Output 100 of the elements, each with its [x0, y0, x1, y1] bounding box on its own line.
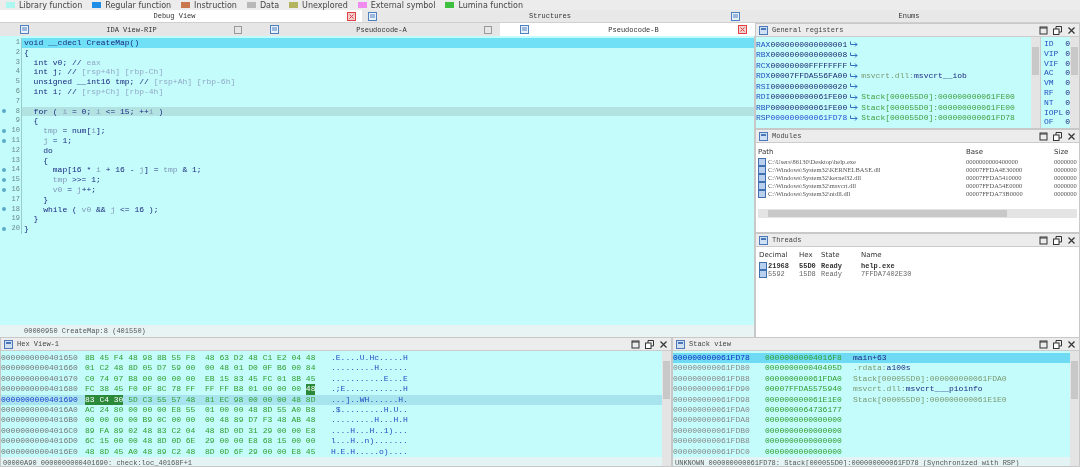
symbol-name: a100s: [886, 363, 911, 374]
register-value: 000000000061FE00: [770, 102, 848, 112]
arrow-icon[interactable]: [850, 83, 859, 90]
arrow-icon[interactable]: [850, 93, 859, 100]
flag-value: 0: [1065, 48, 1070, 59]
scrollbar[interactable]: [1031, 37, 1040, 128]
address: 000000000061FD90: [673, 384, 751, 395]
close-icon[interactable]: [1067, 131, 1076, 141]
symbol-name: msvcrt___pioinfo: [905, 384, 983, 395]
code-token: void __cdecl CreateMap(): [24, 38, 140, 47]
close-icon[interactable]: [1067, 339, 1076, 349]
code-token: &&: [95, 204, 107, 214]
code-token: {: [42, 155, 48, 165]
address: 0000000000401650: [1, 353, 79, 364]
restore-icon[interactable]: [1053, 235, 1062, 245]
address: 0000000000401690: [1, 394, 79, 405]
code-token: <= 16 );: [119, 204, 159, 214]
hex-bytes: 00 00 00 00 B9 0C 00 00 00 48 89 D7 F3 48 AB 48: [85, 415, 316, 426]
maximize-icon[interactable]: [1039, 131, 1048, 141]
arrow-icon[interactable]: [850, 104, 859, 111]
code-token: int i; //: [32, 87, 78, 96]
hex-bytes: 5D C3 55 57 48 81 EC 98 00 00 00 48 8D: [128, 394, 316, 405]
flag-name: VIP: [1044, 48, 1059, 59]
address: 00000000004016C0: [1, 425, 79, 437]
code-token: & 1;: [181, 165, 202, 175]
ascii-text: l...H..n).......: [331, 436, 408, 447]
restore-icon[interactable]: [1053, 25, 1062, 35]
ascii-text: ....H...H..1)...: [331, 425, 408, 437]
stack-value: 000000000061E1E0: [765, 394, 843, 405]
code-token: tmp: [163, 165, 178, 175]
address: 000000000061FD80: [673, 363, 751, 374]
hex-bytes: 48 8D 45 A0 48 89 C2 48 8D 0D 6F 29 00 00 E8 45: [85, 446, 316, 457]
code-token: int j; //: [32, 67, 78, 77]
arrow-icon[interactable]: [850, 51, 859, 58]
restore-icon[interactable]: [645, 339, 654, 349]
address-note: Stack[000055D0]:000000000061FDA0: [853, 373, 1007, 385]
ascii-text: .E....U.Hc.....H: [331, 353, 408, 364]
flag-value: 0: [1065, 88, 1070, 98]
register-name: RBP: [756, 102, 771, 112]
stack-row[interactable]: 000000000061FD78 00000000004016F8 main+63: [673, 353, 1070, 364]
breakpoint-dot[interactable]: [2, 187, 6, 192]
close-icon[interactable]: [1067, 235, 1076, 245]
code-token: i: [96, 165, 101, 175]
address-note: Stack[000055D0]:000000000061FE00: [861, 92, 1015, 102]
restore-icon[interactable]: [1053, 131, 1062, 141]
address: 000000000061FD88: [673, 373, 751, 385]
register-name: RAX: [756, 39, 771, 49]
breakpoint-dot[interactable]: [2, 168, 6, 173]
register-name: RBX: [756, 50, 771, 60]
restore-icon[interactable]: [1053, 339, 1062, 349]
flag-value: 0: [1065, 107, 1070, 118]
code-token: <= 15; ++: [104, 106, 149, 116]
flag-value: 0: [1065, 78, 1070, 88]
register-name: RCX: [756, 60, 771, 70]
register-value: 0000000000000001: [770, 39, 848, 49]
breakpoint-dot[interactable]: [2, 227, 6, 232]
flag-name: RF: [1044, 88, 1054, 98]
hex-bytes: AC 24 80 00 00 00 E8 55 01 00 00 48 8D 55 A0 B8: [85, 404, 316, 416]
code-token: + 16 -: [104, 165, 136, 175]
code-token: }: [32, 214, 39, 224]
hex-bytes: 8B 45 F4 48 98 8B 55 F8 48 63 D2 48 C1 E2 04 48: [85, 353, 316, 364]
code-token: v0: [51, 184, 63, 194]
register-name: RDX: [756, 71, 771, 81]
code-token: map[16 *: [51, 165, 93, 175]
code-token: ] =: [144, 165, 160, 175]
maximize-icon[interactable]: [1039, 339, 1048, 349]
symbol-name: msvcrt__iob: [914, 71, 967, 81]
arrow-icon[interactable]: [850, 62, 859, 69]
breakpoint-dot[interactable]: [2, 138, 6, 143]
legend-label: Library function: [19, 0, 83, 10]
address: 00000000004016E0: [1, 446, 79, 457]
scrollbar[interactable]: [1070, 37, 1079, 128]
flag-value: 0: [1065, 117, 1070, 128]
code-token: unsigned __int16 tmp; //: [32, 77, 150, 87]
code-token: ++;: [81, 184, 97, 194]
stack-value: 0000000000000000: [765, 425, 843, 437]
close-icon[interactable]: [659, 339, 668, 349]
address: 000000000061FD78: [673, 353, 751, 364]
close-icon[interactable]: [1067, 25, 1076, 35]
hex-row[interactable]: 0000000000401690 83 C4 30 5D C3 55 57 48 81 EC 98 00 00 00 48 8D ...]..WH......H.: [1, 394, 662, 405]
maximize-icon[interactable]: [1039, 25, 1048, 35]
maximize-icon[interactable]: [631, 339, 640, 349]
arrow-icon[interactable]: [850, 72, 859, 79]
arrow-icon[interactable]: [850, 41, 859, 48]
legend-label: Instruction: [194, 0, 237, 10]
breakpoint-dot[interactable]: [2, 109, 6, 114]
ascii-text: .;E............H: [331, 384, 408, 395]
maximize-icon[interactable]: [1039, 235, 1048, 245]
address-note: msvcrt.dll:: [853, 384, 906, 395]
scrollbar[interactable]: [1070, 351, 1079, 466]
breakpoint-dot[interactable]: [2, 129, 6, 134]
register-value: 0000000000000020: [770, 81, 848, 91]
breakpoint-dot[interactable]: [2, 207, 6, 212]
breakpoint-dot[interactable]: [2, 178, 6, 183]
code-token: i: [96, 106, 101, 116]
code-token: j: [139, 165, 145, 175]
scrollbar[interactable]: [662, 351, 671, 466]
scrollbar[interactable]: [758, 209, 1077, 218]
code-token: [rsp+Ah] [rbp-6h]: [153, 77, 236, 87]
arrow-icon[interactable]: [850, 114, 859, 121]
